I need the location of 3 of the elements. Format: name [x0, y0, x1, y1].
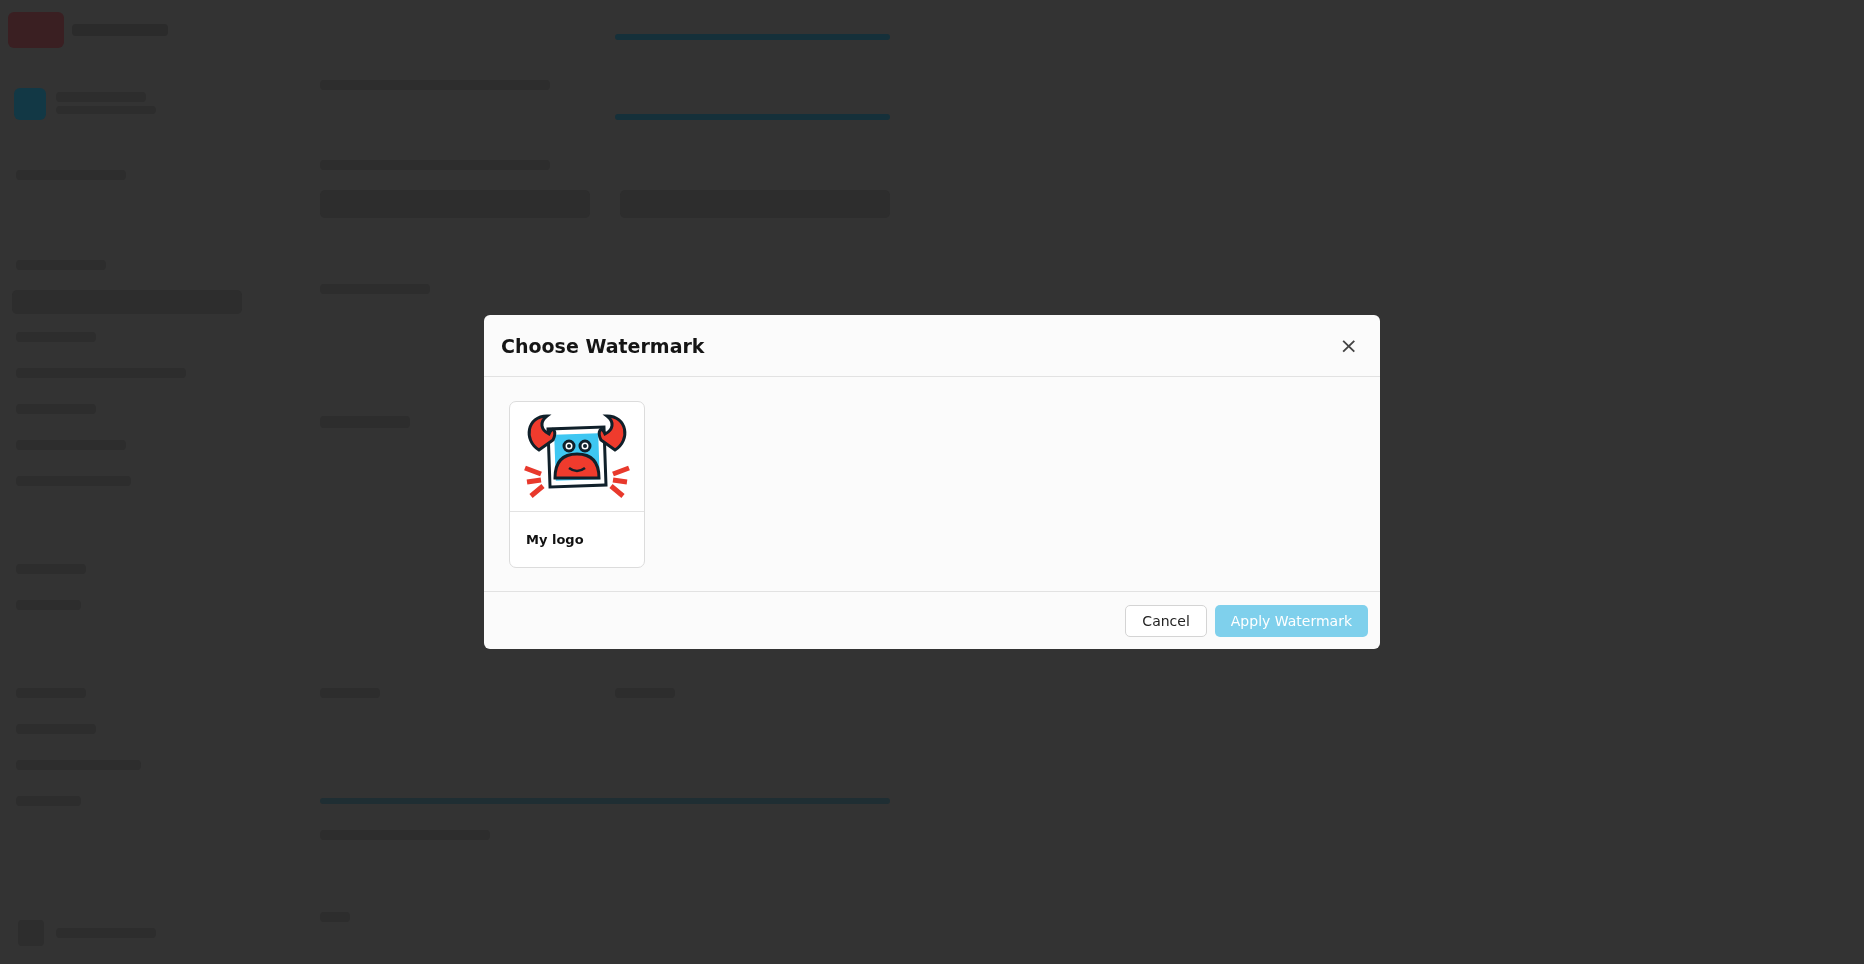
dialog-title: Choose Watermark: [501, 334, 705, 357]
cancel-button[interactable]: Cancel: [1125, 604, 1207, 637]
watermark-card[interactable]: My logo: [509, 401, 645, 568]
